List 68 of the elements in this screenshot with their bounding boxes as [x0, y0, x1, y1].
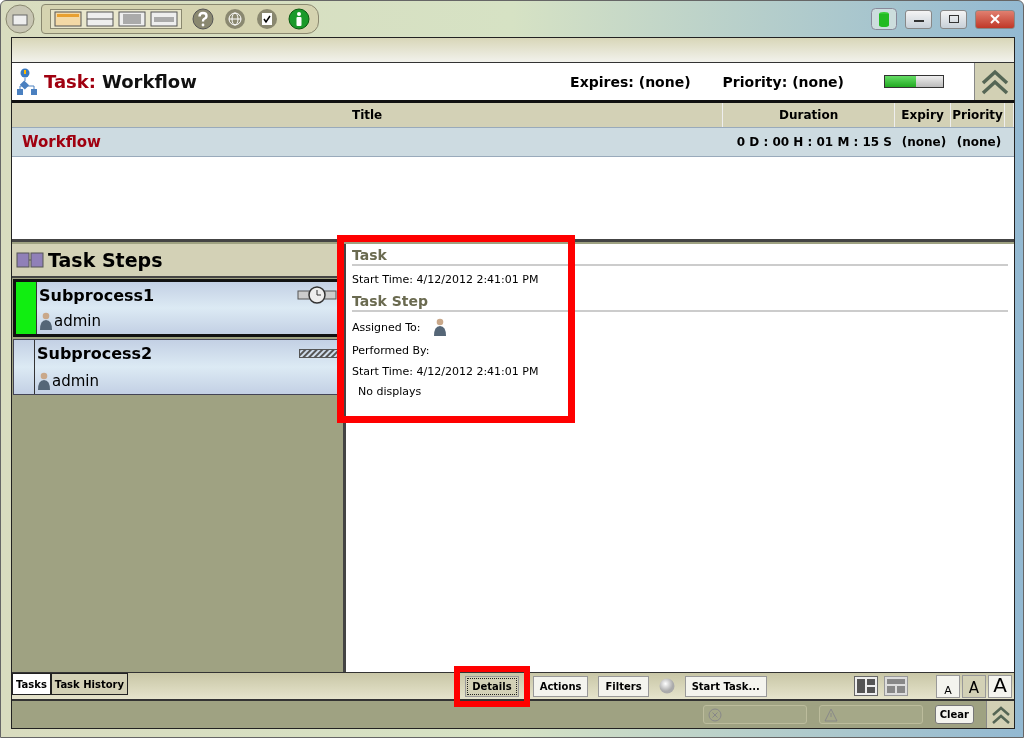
step-user: admin	[52, 371, 99, 390]
toolbar-button[interactable]: Actions	[532, 675, 589, 697]
section-title: Task	[352, 247, 1008, 266]
toolbar-button[interactable]: Filters	[598, 675, 649, 697]
clear-button[interactable]: Clear	[934, 705, 974, 724]
tab[interactable]: Tasks	[12, 673, 51, 695]
table-cell-text: Workflow	[21, 132, 102, 153]
field-label: Assigned To:	[352, 320, 421, 334]
step-name: Subprocess2	[37, 344, 153, 364]
table-cell-text: (none)	[955, 134, 1003, 151]
error-icon	[707, 707, 722, 722]
toolbar-button[interactable]: Start Task...	[684, 675, 767, 697]
layout-split-icon[interactable]	[854, 676, 878, 696]
column-header: Priority	[951, 103, 1005, 127]
column-header: Title	[12, 103, 724, 127]
warning-icon	[823, 707, 838, 722]
steps-icon	[16, 250, 44, 270]
panel-title: Task Steps	[48, 249, 163, 271]
status-strip	[16, 282, 37, 334]
workflow-icon	[16, 67, 38, 96]
chevron-up-icon	[990, 704, 1011, 725]
timer-icon	[297, 286, 337, 305]
field-label: Start Time: 4/12/2012 2:41:01 PM	[352, 272, 539, 286]
user-icon	[37, 371, 51, 390]
toolbar-button[interactable]: Details	[465, 675, 519, 697]
close-button[interactable]	[975, 9, 1015, 29]
font-size-button[interactable]: A	[962, 674, 986, 698]
close-icon	[990, 14, 1000, 24]
column-header: Expiry	[895, 103, 951, 127]
checklist-icon[interactable]	[256, 8, 278, 30]
table-row[interactable]: Workflow 0 D : 00 H : 01 M : 15 S (none) (none)	[12, 128, 1014, 157]
field-label: Start Time: 4/12/2012 2:41:01 PM	[352, 364, 539, 378]
step-user: admin	[54, 312, 101, 331]
user-icon	[39, 312, 53, 331]
minimize-button[interactable]	[905, 9, 932, 29]
column-header: Duration	[723, 103, 896, 127]
layout-icon[interactable]	[54, 11, 82, 27]
user-icon	[432, 318, 447, 336]
priority-text: Priority: (none)	[722, 73, 844, 90]
collapse-button[interactable]	[986, 701, 1014, 728]
font-size-button[interactable]: A	[988, 674, 1012, 698]
warning-filter-field[interactable]	[818, 705, 923, 724]
task-label: Task:	[44, 71, 96, 92]
app-icon[interactable]	[5, 4, 35, 34]
layout-icon[interactable]	[118, 11, 146, 27]
maximize-icon	[948, 15, 959, 23]
layout-icon[interactable]	[86, 11, 114, 27]
hatched-bar-icon	[299, 348, 339, 359]
chevron-up-icon	[979, 68, 1010, 95]
error-filter-field[interactable]	[702, 705, 807, 724]
field-label: Performed By:	[352, 343, 430, 357]
step-name: Subprocess1	[39, 285, 155, 305]
layout-rows-icon[interactable]	[884, 676, 908, 696]
table-cell-text: 0 D : 00 H : 01 M : 15 S	[735, 134, 893, 151]
tab[interactable]: Task History	[50, 673, 129, 695]
collapse-button[interactable]	[974, 63, 1014, 100]
database-icon[interactable]	[871, 8, 897, 30]
section-title: Task Step	[352, 293, 1008, 312]
maximize-button[interactable]	[940, 9, 967, 29]
help-icon[interactable]	[192, 8, 214, 30]
status-light-icon	[658, 678, 675, 694]
globe-icon[interactable]	[224, 8, 246, 30]
layout-icon[interactable]	[150, 11, 178, 27]
task-name: Workflow	[102, 71, 197, 92]
info-text: No displays	[357, 385, 423, 398]
font-size-button[interactable]: A	[936, 674, 960, 698]
table-cell-text: (none)	[900, 134, 948, 151]
expires-text: Expires: (none)	[570, 73, 691, 90]
